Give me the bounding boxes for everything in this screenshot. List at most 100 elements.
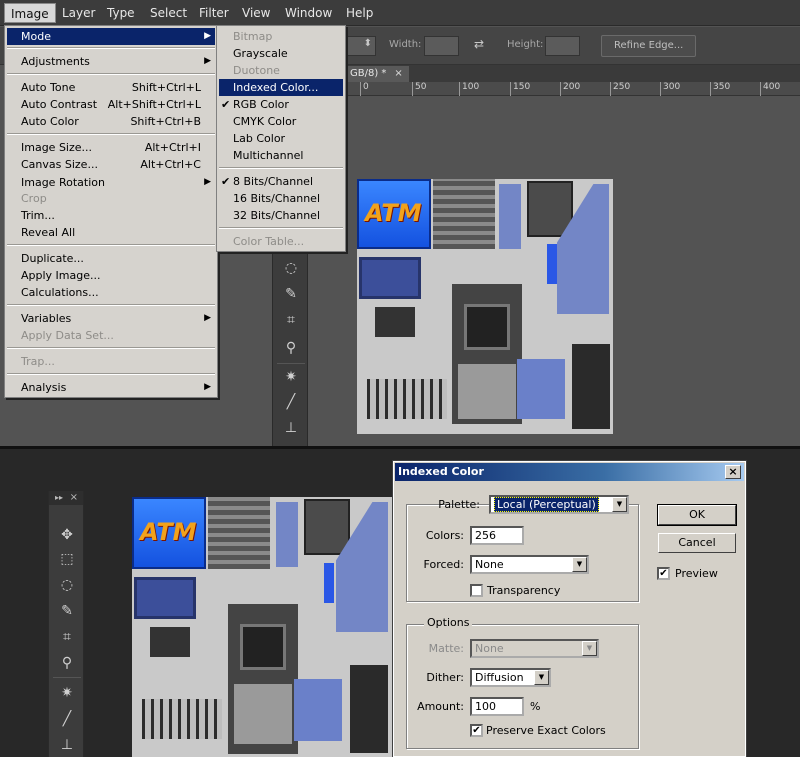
preserve-exact-colors-checkbox[interactable]: ✔ xyxy=(470,724,483,737)
texture-blue-square xyxy=(517,359,565,419)
refine-edge-button[interactable]: Refine Edge... xyxy=(601,35,697,57)
menu-separator xyxy=(7,373,215,375)
canvas-image[interactable]: ATM xyxy=(132,497,392,757)
menu-type[interactable]: Type xyxy=(101,3,141,23)
quick-select-icon[interactable]: ✎ xyxy=(281,284,301,304)
menu-item-apply-data-set: Apply Data Set... xyxy=(7,327,215,344)
dropdown-arrow-icon[interactable]: ▼ xyxy=(572,557,587,572)
menu-item-grayscale[interactable]: Grayscale xyxy=(219,45,343,62)
menu-layer[interactable]: Layer xyxy=(56,3,101,23)
texture-part-b xyxy=(367,379,447,419)
menu-separator xyxy=(7,47,215,49)
crop-icon[interactable]: ⌗ xyxy=(281,310,301,330)
menu-item-label: Trap... xyxy=(21,355,55,368)
submenu-arrow-icon: ▶ xyxy=(204,313,211,323)
close-icon[interactable]: × xyxy=(70,491,78,505)
cancel-button[interactable]: Cancel xyxy=(658,533,736,553)
eyedropper-icon[interactable]: ⚲ xyxy=(281,338,301,358)
menu-item-trim[interactable]: Trim... xyxy=(7,207,215,224)
document-tab[interactable]: GB/8) * × xyxy=(344,66,409,82)
healing-brush-icon[interactable]: ✷ xyxy=(57,683,77,703)
menu-item-rgb-color[interactable]: ✔ RGB Color xyxy=(219,96,343,113)
eyedropper-icon[interactable]: ⚲ xyxy=(57,653,77,673)
amount-input[interactable]: 100 xyxy=(470,697,524,716)
preview-label: Preview xyxy=(675,567,718,580)
menu-help[interactable]: Help xyxy=(340,3,379,23)
menu-item-32-bits[interactable]: 32 Bits/Channel xyxy=(219,207,343,224)
menu-item-16-bits[interactable]: 16 Bits/Channel xyxy=(219,190,343,207)
menu-item-calculations[interactable]: Calculations... xyxy=(7,284,215,301)
dropdown-arrow-icon[interactable]: ▼ xyxy=(534,670,549,685)
ruler-tick: 250 xyxy=(610,82,630,96)
menu-item-image-rotation[interactable]: Image Rotation ▶ xyxy=(7,174,215,191)
mode-submenu: Bitmap Grayscale Duotone Indexed Color..… xyxy=(216,25,346,252)
menu-item-label: Apply Image... xyxy=(21,269,101,282)
texture-tray xyxy=(234,684,292,744)
texture-blue-square xyxy=(294,679,342,741)
clone-stamp-icon[interactable]: ⊥ xyxy=(281,418,301,438)
menu-select[interactable]: Select xyxy=(144,3,193,23)
dither-select[interactable]: Diffusion ▼ xyxy=(470,668,551,687)
menu-item-multichannel[interactable]: Multichannel xyxy=(219,147,343,164)
swap-icon[interactable]: ⇄ xyxy=(474,37,484,51)
menu-item-duplicate[interactable]: Duplicate... xyxy=(7,250,215,267)
menu-filter[interactable]: Filter xyxy=(193,3,235,23)
menu-item-adjustments[interactable]: Adjustments ▶ xyxy=(7,53,215,70)
menu-item-auto-tone[interactable]: Auto Tone Shift+Ctrl+L xyxy=(7,79,215,96)
menu-window[interactable]: Window xyxy=(279,3,338,23)
menu-item-mode[interactable]: Mode ▶ xyxy=(7,28,215,45)
texture-card-slot xyxy=(228,604,298,754)
menu-item-auto-color[interactable]: Auto Color Shift+Ctrl+B xyxy=(7,113,215,130)
menu-item-lab-color[interactable]: Lab Color xyxy=(219,130,343,147)
document-tab-title: GB/8) * xyxy=(350,68,387,79)
menu-item-variables[interactable]: Variables ▶ xyxy=(7,310,215,327)
lasso-icon[interactable]: ◌ xyxy=(281,258,301,278)
height-input[interactable] xyxy=(545,36,580,56)
ruler-tick: 400 xyxy=(760,82,780,96)
menu-item-auto-contrast[interactable]: Auto Contrast Alt+Shift+Ctrl+L xyxy=(7,96,215,113)
atm-logo-text: ATM xyxy=(365,199,422,227)
marquee-icon[interactable]: ⬚ xyxy=(57,549,77,569)
submenu-arrow-icon: ▶ xyxy=(204,382,211,392)
matte-select: None ▼ xyxy=(470,639,599,658)
ok-button[interactable]: OK xyxy=(657,504,737,526)
menu-item-reveal-all[interactable]: Reveal All xyxy=(7,224,215,241)
menu-image[interactable]: Image xyxy=(4,3,56,23)
clone-stamp-icon[interactable]: ⊥ xyxy=(57,735,77,755)
brush-icon[interactable]: ╱ xyxy=(57,709,77,729)
colors-input[interactable]: 256 xyxy=(470,526,524,545)
palette-select[interactable]: Local (Perceptual) ▼ xyxy=(489,495,629,514)
menu-item-indexed-color[interactable]: Indexed Color... xyxy=(219,79,343,96)
menu-item-8-bits[interactable]: ✔ 8 Bits/Channel xyxy=(219,173,343,190)
dropdown-arrow-icon[interactable]: ▼ xyxy=(612,497,627,512)
atm-logo-panel: ATM xyxy=(357,179,431,249)
menu-item-label: Apply Data Set... xyxy=(21,329,114,342)
menu-item-cmyk-color[interactable]: CMYK Color xyxy=(219,113,343,130)
quick-select-icon[interactable]: ✎ xyxy=(57,601,77,621)
dither-value: Diffusion xyxy=(475,671,524,684)
close-icon[interactable]: × xyxy=(725,465,741,479)
preview-checkbox[interactable]: ✔ xyxy=(657,567,670,580)
width-input[interactable] xyxy=(424,36,459,56)
menu-view[interactable]: View xyxy=(236,3,276,23)
transparency-checkbox[interactable] xyxy=(470,584,483,597)
lasso-icon[interactable]: ◌ xyxy=(57,575,77,595)
brush-icon[interactable]: ╱ xyxy=(281,392,301,412)
canvas-image[interactable]: ATM xyxy=(357,179,613,434)
ruler-tick: 0 xyxy=(360,82,369,96)
menu-item-analysis[interactable]: Analysis ▶ xyxy=(7,379,215,396)
crop-icon[interactable]: ⌗ xyxy=(57,627,77,647)
close-icon[interactable]: × xyxy=(394,68,402,79)
style-select[interactable]: ⬍ xyxy=(346,36,376,56)
ruler-tick: 300 xyxy=(660,82,680,96)
menu-item-image-size[interactable]: Image Size... Alt+Ctrl+I xyxy=(7,139,215,156)
texture-screen xyxy=(359,257,421,299)
menu-item-canvas-size[interactable]: Canvas Size... Alt+Ctrl+C xyxy=(7,156,215,173)
healing-brush-icon[interactable]: ✷ xyxy=(281,367,301,387)
menu-item-apply-image[interactable]: Apply Image... xyxy=(7,267,215,284)
collapse-icon[interactable]: ▸▸ xyxy=(55,491,63,505)
move-icon[interactable]: ✥ xyxy=(57,525,77,545)
matte-label: Matte: xyxy=(428,642,464,655)
forced-select[interactable]: None ▼ xyxy=(470,555,589,574)
menu-separator xyxy=(7,133,215,135)
